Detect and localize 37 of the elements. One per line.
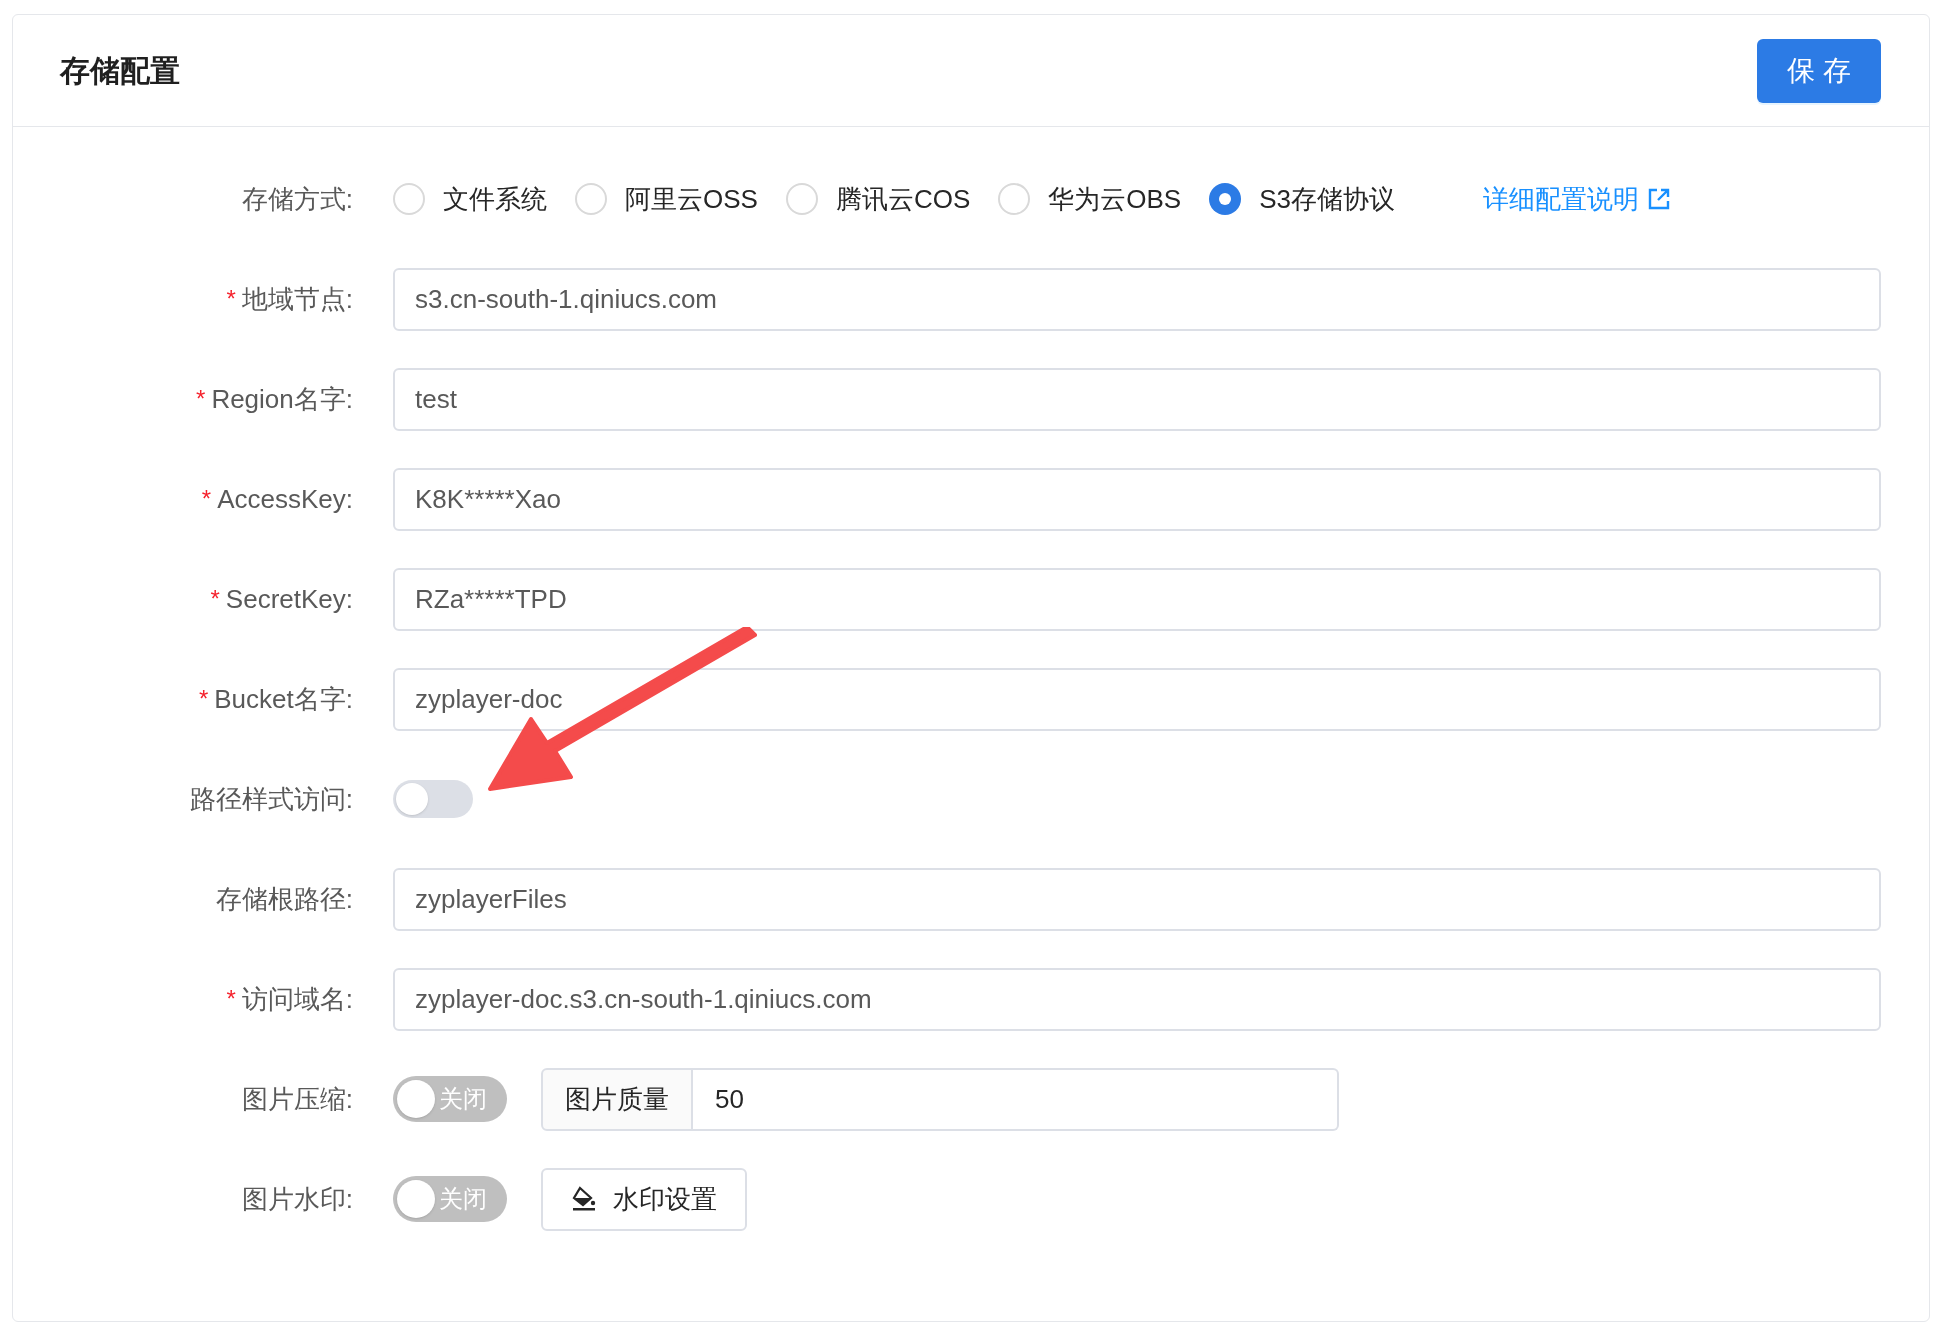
text-input[interactable]: s3.cn-south-1.qiniucs.com (393, 267, 1881, 331)
text-input[interactable]: zyplayer-doc (393, 667, 1881, 731)
card-title: 存储配置 (60, 53, 180, 89)
required-asterisk: * (201, 484, 212, 514)
required-asterisk: * (196, 384, 206, 414)
required-asterisk: * (226, 284, 236, 314)
field-label: 地域节点: (241, 282, 353, 316)
text-input[interactable]: RZa*****TPD (393, 567, 1881, 631)
field-label: 路径样式访问: (189, 782, 353, 816)
radio-option[interactable]: 华为云OBS (998, 179, 1182, 219)
text-input[interactable]: K8K*****Xao (393, 467, 1881, 531)
field-label: AccessKey: (217, 482, 353, 516)
required-asterisk: * (198, 684, 209, 714)
radio-option[interactable]: S3存储协议 (1209, 179, 1395, 219)
field-label: Bucket名字: (214, 682, 353, 716)
field-label: 图片压缩: (241, 1082, 353, 1116)
text-input[interactable]: zyplayerFiles (393, 867, 1881, 931)
required-asterisk: * (210, 584, 220, 614)
text-input[interactable]: zyplayer-doc.s3.cn-south-1.qiniucs.com (393, 967, 1881, 1031)
toggle-switch[interactable] (393, 780, 473, 818)
external-link-icon (1647, 187, 1671, 211)
required-asterisk: * (226, 984, 236, 1014)
field-label: 图片水印: (241, 1182, 353, 1216)
field-label: 访问域名: (241, 982, 353, 1016)
radio-option[interactable]: 阿里云OSS (575, 179, 758, 219)
quality-input[interactable]: 50 (693, 1067, 1339, 1131)
field-label: Region名字: (211, 382, 353, 416)
field-label: 存储方式: (241, 182, 353, 216)
field-label: 存储根路径: (215, 882, 353, 916)
watermark-settings-button[interactable]: 水印设置 (541, 1167, 747, 1231)
text-input[interactable]: test (393, 367, 1881, 431)
field-label: SecretKey: (225, 582, 353, 616)
paint-bucket-icon (571, 1186, 597, 1212)
save-button[interactable]: 保 存 (1757, 38, 1881, 103)
radio-option[interactable]: 腾讯云COS (785, 179, 971, 219)
input-addon-label: 图片质量 (541, 1067, 693, 1131)
radio-option[interactable]: 文件系统 (393, 179, 547, 219)
